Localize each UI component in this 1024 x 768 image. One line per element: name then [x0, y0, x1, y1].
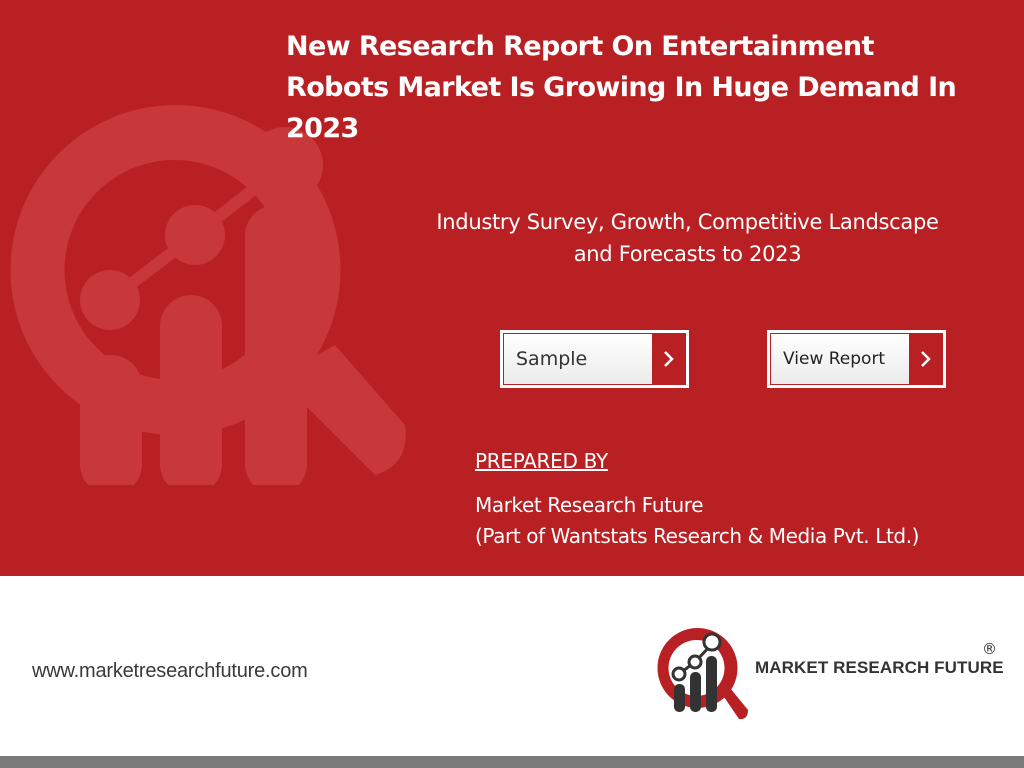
website-url[interactable]: www.marketresearchfuture.com: [32, 660, 308, 683]
subtitle-line-1: Industry Survey, Growth, Competitive Lan…: [436, 210, 939, 234]
market-research-future-logo-icon: [657, 628, 748, 720]
view-report-button-label: View Report: [771, 334, 909, 384]
company-name: Market Research Future: [475, 493, 704, 517]
view-report-button-frame: View Report: [770, 333, 943, 385]
view-report-button[interactable]: View Report: [767, 330, 946, 388]
chevron-right-icon: [652, 334, 685, 384]
report-subtitle: Industry Survey, Growth, Competitive Lan…: [400, 206, 975, 270]
sample-button-label: Sample: [504, 334, 652, 384]
subtitle-line-2: and Forecasts to 2023: [573, 242, 802, 266]
prepared-by-heading: PREPARED BY: [475, 449, 608, 473]
parent-company: (Part of Wantstats Research & Media Pvt.…: [475, 524, 920, 548]
report-title: New Research Report On Entertainment Rob…: [286, 31, 957, 144]
hero-banner: New Research Report On Entertainment Rob…: [0, 0, 1024, 576]
footer-bar: [0, 756, 1024, 768]
sample-button-frame: Sample: [503, 333, 686, 385]
chevron-right-icon: [909, 334, 942, 384]
registered-trademark: ®: [982, 640, 997, 658]
prepared-by-details: Market Research Future (Part of Wantstat…: [475, 490, 1015, 552]
logo-wordmark: MARKET RESEARCH FUTURE: [755, 658, 1004, 677]
sample-button[interactable]: Sample: [500, 330, 689, 388]
